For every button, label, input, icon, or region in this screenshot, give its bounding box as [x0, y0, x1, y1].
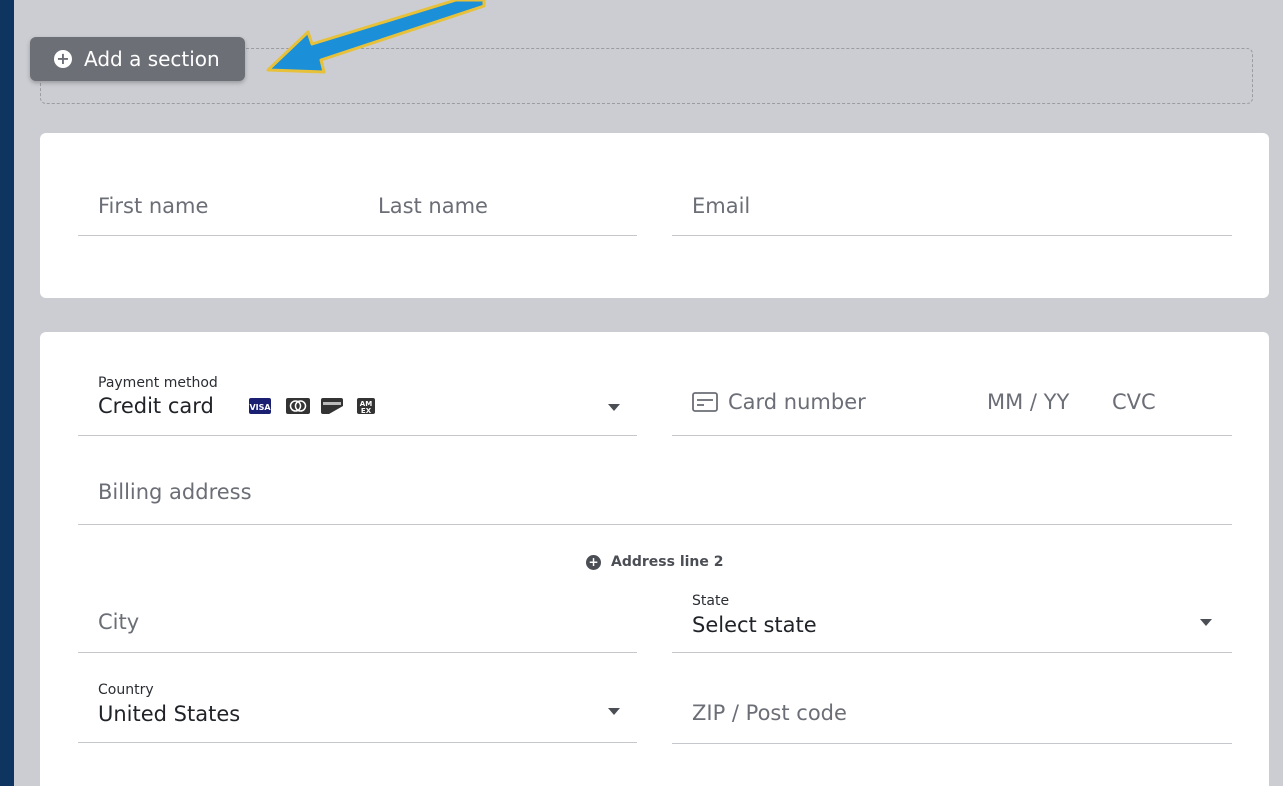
card-icon	[692, 392, 718, 416]
payment-card: Payment method Credit card VISA AM EX Car…	[40, 332, 1269, 786]
state-value: Select state	[692, 613, 817, 637]
zip-underline	[672, 742, 1232, 744]
last-name-input[interactable]: Last name	[378, 194, 488, 218]
add-section-button[interactable]: + Add a section	[30, 37, 245, 81]
add-address-line2-button[interactable]: + Address line 2	[586, 554, 724, 570]
contact-info-card: First name Last name Email	[40, 133, 1269, 298]
city-underline	[78, 651, 637, 653]
state-underline	[672, 651, 1232, 653]
discover-icon	[321, 398, 343, 414]
country-label: Country	[98, 682, 154, 698]
plus-circle-icon: +	[586, 554, 601, 570]
svg-text:VISA: VISA	[249, 403, 271, 412]
first-name-input[interactable]: First name	[98, 194, 208, 218]
payment-method-label: Payment method	[98, 375, 218, 391]
name-field-underline	[78, 234, 637, 236]
country-value: United States	[98, 702, 241, 726]
chevron-down-icon	[608, 404, 620, 411]
state-label: State	[692, 593, 730, 609]
svg-text:EX: EX	[361, 407, 372, 414]
plus-circle-icon: +	[54, 50, 72, 68]
email-field-underline	[672, 234, 1232, 236]
visa-icon: VISA	[249, 398, 271, 414]
address-line2-label: Address line 2	[611, 554, 724, 570]
billing-address-underline	[78, 523, 1232, 525]
amex-icon: AM EX	[357, 398, 375, 415]
card-field-underline	[672, 434, 1232, 436]
expiry-input[interactable]: MM / YY	[987, 390, 1069, 414]
payment-method-underline	[78, 434, 637, 436]
editor-canvas: + Add a section First name Last name Ema…	[14, 0, 1283, 786]
add-section-label: Add a section	[84, 47, 220, 71]
card-number-input[interactable]: Card number	[728, 390, 866, 414]
chevron-down-icon	[1200, 619, 1212, 626]
city-input[interactable]: City	[98, 610, 139, 634]
payment-method-value: Credit card	[98, 394, 214, 418]
country-underline	[78, 741, 637, 743]
cvc-input[interactable]: CVC	[1112, 390, 1156, 414]
billing-address-input[interactable]: Billing address	[98, 480, 252, 504]
zip-input[interactable]: ZIP / Post code	[692, 701, 847, 725]
email-input[interactable]: Email	[692, 194, 750, 218]
chevron-down-icon	[608, 708, 620, 715]
mastercard-icon	[286, 398, 310, 414]
